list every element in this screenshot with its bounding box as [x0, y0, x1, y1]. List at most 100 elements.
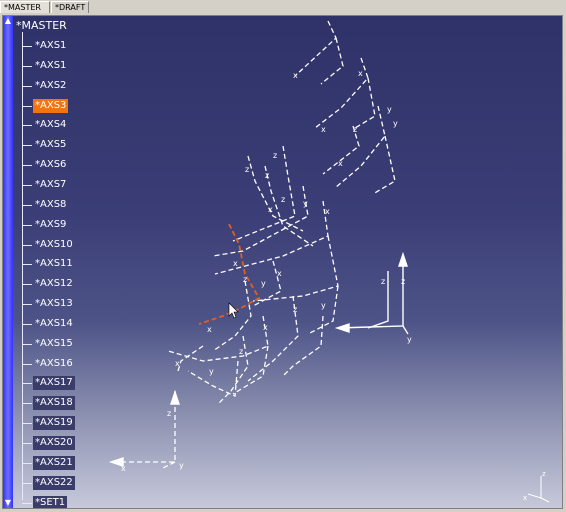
axis-arrowhead — [170, 389, 180, 405]
tree-branch-line — [22, 224, 32, 226]
tree-item-label[interactable]: *AXS9 — [33, 218, 68, 232]
scroll-up-icon[interactable]: ▲ — [3, 16, 13, 26]
axis-line-solid — [402, 325, 409, 335]
axis-line — [167, 315, 269, 362]
axis-letter: x — [233, 259, 238, 268]
tree-item-label[interactable]: *AXS18 — [33, 396, 75, 411]
axis-letter: x — [338, 159, 343, 168]
tree-branch-line — [22, 403, 32, 405]
tree-item-label[interactable]: *AXS22 — [33, 475, 75, 490]
tree-branch-line — [22, 264, 32, 266]
tree-item-label[interactable]: *AXS21 — [33, 455, 75, 470]
tree-item-label[interactable]: *AXS15 — [33, 337, 75, 351]
tree-branch-line — [22, 462, 32, 464]
axis-line — [212, 280, 252, 352]
axis-letter: y — [321, 301, 326, 310]
axis-letter: z — [353, 125, 357, 134]
tree-branch-line — [22, 343, 32, 345]
mouse-cursor — [228, 302, 239, 319]
tree-item-label[interactable]: *AXS3 — [33, 98, 69, 113]
tree-branch-line — [22, 244, 32, 246]
tree-item-label[interactable]: *AXS10 — [33, 238, 75, 252]
axis-letter: x — [321, 125, 326, 134]
axis-line — [232, 145, 296, 242]
axis-letter: y — [179, 461, 184, 470]
tree-item-label[interactable]: *AXS11 — [33, 257, 75, 271]
axis-line — [294, 20, 344, 85]
axis-line — [372, 135, 396, 195]
tree-branch-line — [22, 125, 32, 127]
axis-letter: z — [265, 171, 269, 180]
tree-item-label[interactable]: *AXS6 — [33, 158, 68, 172]
axis-line-solid — [336, 256, 404, 329]
tree-item-label[interactable]: *SET1 — [33, 495, 68, 508]
tree-item-label[interactable]: *AXS4 — [33, 118, 68, 132]
tree-branch-line — [22, 65, 32, 67]
tree-item-label[interactable]: *AXS14 — [33, 317, 75, 331]
axis-letter: x — [207, 325, 212, 334]
tree-branch-line — [22, 284, 32, 286]
axis-letter: y — [393, 119, 398, 128]
tree-branch-line — [22, 204, 32, 206]
tree-item-label[interactable]: *AXS12 — [33, 277, 75, 291]
svg-text:z: z — [542, 470, 546, 478]
tree-branch-line — [22, 502, 32, 504]
axis-letter: z — [293, 305, 297, 314]
axis-letter: x — [263, 323, 268, 332]
axis-letter: x — [268, 205, 273, 214]
tree-item-label[interactable]: *AXS8 — [33, 198, 68, 212]
axis-letter: y — [209, 367, 214, 376]
axis-letter: x — [277, 269, 282, 278]
axis-letter: x — [175, 359, 180, 368]
tab-draft[interactable]: *DRAFT — [51, 1, 89, 13]
tree-branch-line — [22, 383, 32, 385]
tree-item-label[interactable]: *AXS17 — [33, 376, 75, 391]
axis-letter: x — [293, 71, 298, 80]
axis-line — [177, 345, 204, 372]
specification-tree: *MASTER *AXS1 *AXS1 *AXS2 *AXS3 *AXS4 *AXS5 *A… — [15, 16, 125, 508]
axis-letter: x — [358, 69, 363, 78]
axis-letter: z — [167, 409, 171, 418]
tree-branch-line — [22, 184, 32, 186]
tree-branch-line — [22, 46, 32, 47]
document-tab-bar: *MASTER *DRAFT — [0, 0, 566, 15]
tree-branch-line — [22, 145, 32, 147]
compass-triad: z x — [523, 470, 550, 503]
axis-arrowhead — [334, 323, 350, 333]
tree-branch-line — [22, 105, 32, 107]
tree-item-label[interactable]: *AXS16 — [33, 357, 75, 371]
tree-item-label[interactable]: *AXS7 — [33, 178, 68, 192]
tree-scrollbar[interactable]: ▲ ▼ — [3, 16, 13, 508]
axis-letter: z — [381, 277, 385, 286]
scroll-down-icon[interactable]: ▼ — [3, 498, 13, 508]
tree-item-label[interactable]: *AXS5 — [33, 138, 68, 152]
tree-item-label[interactable]: *AXS1 — [33, 59, 68, 73]
axis-line — [212, 185, 309, 257]
axis-letter: y — [261, 279, 266, 288]
tree-branch-line — [22, 165, 32, 167]
svg-text:x: x — [523, 494, 527, 502]
axis-letter: y — [303, 199, 308, 208]
axis-line — [252, 235, 339, 302]
tab-master[interactable]: *MASTER — [0, 1, 50, 13]
axis-line — [307, 285, 339, 335]
axis-line — [354, 77, 376, 129]
axis-letter: y — [407, 335, 412, 344]
tree-item-label[interactable]: *AXS2 — [33, 79, 68, 93]
tree-item-label[interactable]: *AXS1 — [33, 39, 68, 53]
axis-letter: x — [325, 207, 330, 216]
axis-letter: z — [281, 195, 285, 204]
tree-branch-line — [22, 482, 32, 484]
axis-line — [247, 155, 304, 232]
tree-item-label[interactable]: *AXS20 — [33, 436, 75, 450]
tree-root-master[interactable]: *MASTER — [16, 19, 67, 32]
tree-branch-line — [22, 85, 32, 87]
tree-branch-line — [22, 423, 32, 425]
axis-arrowhead — [398, 251, 408, 267]
tree-item-label[interactable]: *AXS13 — [33, 297, 75, 311]
axis-letter: z — [245, 165, 249, 174]
axis-letter: z — [239, 347, 243, 356]
3d-viewport[interactable]: x x x z y x y z z z z x y x x x z y y z … — [2, 15, 563, 509]
tree-branch-line — [22, 443, 32, 444]
tree-item-label[interactable]: *AXS19 — [33, 416, 75, 431]
